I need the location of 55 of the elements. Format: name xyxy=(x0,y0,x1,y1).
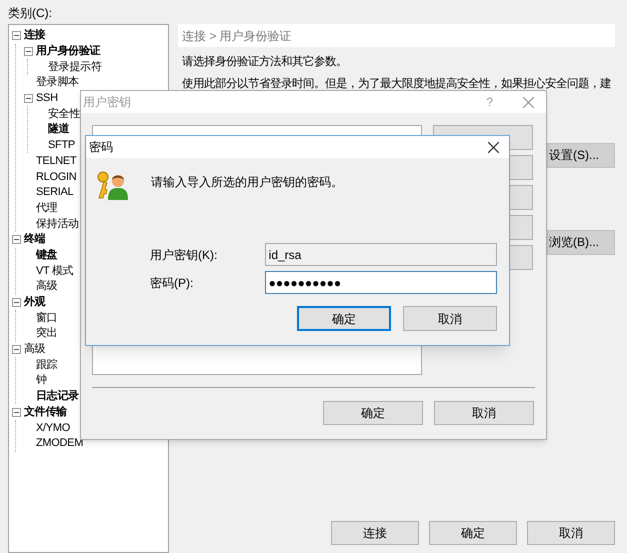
collapse-icon[interactable] xyxy=(24,47,33,56)
tree-item[interactable]: X/YMO xyxy=(36,420,70,436)
dialog-button[interactable]: 确定 xyxy=(429,521,517,545)
breadcrumb-text: 连接 > 用户身份验证 xyxy=(182,28,292,44)
tree-item[interactable]: 键盘 xyxy=(36,248,58,263)
tree-item[interactable]: 突出 xyxy=(36,326,58,342)
field-label: 用户密钥(K): xyxy=(150,246,218,264)
dialog-title: 用户密钥 xyxy=(83,94,131,111)
tree-item[interactable]: 登录脚本 xyxy=(36,75,79,90)
key-user-icon xyxy=(96,170,128,200)
tree-item[interactable]: 跟踪 xyxy=(36,358,58,373)
tree-item[interactable]: SERIAL xyxy=(36,185,74,200)
field-label: 密码(P): xyxy=(150,274,194,292)
description-text: 请选择身份验证方法和其它参数。 xyxy=(182,54,347,70)
tree-item[interactable]: 终端 xyxy=(24,232,46,248)
dialog-button[interactable]: 确定 xyxy=(297,306,391,331)
side-button[interactable]: 浏览(B)... xyxy=(547,230,615,255)
tree-item[interactable]: TELNET xyxy=(36,154,76,169)
collapse-icon[interactable] xyxy=(12,235,21,244)
dialog-button[interactable]: 确定 xyxy=(323,401,423,425)
collapse-icon[interactable] xyxy=(12,345,21,354)
tree-item[interactable]: ZMODEM xyxy=(36,436,84,452)
close-icon[interactable] xyxy=(488,142,499,152)
collapse-icon[interactable] xyxy=(12,408,21,417)
tree-item[interactable]: 用户身份验证 xyxy=(36,44,100,59)
tree-item[interactable]: 高级 xyxy=(36,279,58,294)
tree-item[interactable]: 日志记录 xyxy=(36,389,79,404)
collapse-icon[interactable] xyxy=(12,31,21,40)
tree-item[interactable]: SSH xyxy=(36,91,58,106)
tree-item[interactable]: 登录提示符 xyxy=(48,60,102,75)
dialog-button[interactable]: 取消 xyxy=(527,521,615,545)
input-field[interactable]: ●●●●●●●●●● xyxy=(264,271,497,294)
dialog-button[interactable]: 取消 xyxy=(403,306,497,331)
tree-item[interactable]: VT 模式 xyxy=(36,264,74,279)
category-label: 类别(C): xyxy=(8,5,52,22)
tree-item[interactable]: 窗口 xyxy=(36,310,58,326)
tree-item[interactable]: 外观 xyxy=(24,295,46,310)
tree-item[interactable]: 连接 xyxy=(24,28,46,44)
dialog-message: 请输入导入所选的用户密钥的密码。 xyxy=(151,174,343,191)
side-button[interactable]: 设置(S)... xyxy=(547,142,615,168)
dialog-button[interactable]: 连接 xyxy=(331,521,419,545)
tree-item[interactable]: 代理 xyxy=(36,200,58,216)
tree-item[interactable]: 钟 xyxy=(36,373,47,388)
description-text: 使用此部分以节省登录时间。但是，为了最大限度地提高安全性，如果担心安全问题，建 xyxy=(182,76,611,92)
dialog-button[interactable]: 取消 xyxy=(434,401,534,425)
tree-item[interactable]: RLOGIN xyxy=(36,170,76,184)
tree-item[interactable]: SFTP xyxy=(48,138,75,154)
tree-item[interactable]: 隧道 xyxy=(48,122,70,138)
tree-item[interactable]: 保持活动 xyxy=(36,216,79,232)
tree-item[interactable]: 安全性 xyxy=(48,106,80,122)
dialog-title: 密码 xyxy=(89,139,113,156)
collapse-icon[interactable] xyxy=(24,94,33,104)
tree-item[interactable]: 高级 xyxy=(24,342,46,358)
tree-item[interactable]: 文件传输 xyxy=(24,404,67,420)
collapse-icon[interactable] xyxy=(12,298,21,307)
